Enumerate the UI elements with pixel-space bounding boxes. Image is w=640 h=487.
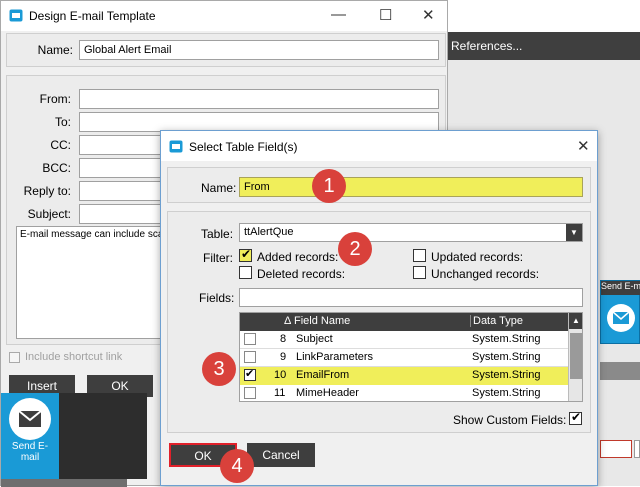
unchanged-records-label: Unchanged records: bbox=[431, 267, 540, 281]
updated-records-label: Updated records: bbox=[431, 250, 524, 264]
reply-to-label: Reply to: bbox=[23, 184, 71, 198]
maximize-icon[interactable]: ☐ bbox=[379, 6, 392, 24]
row-checkbox[interactable] bbox=[244, 333, 256, 345]
template-name-value: Global Alert Email bbox=[84, 44, 172, 56]
dialog-name-label: Name: bbox=[201, 181, 237, 195]
references-link[interactable]: References... bbox=[451, 39, 522, 53]
sort-icon[interactable]: Δ bbox=[284, 315, 291, 327]
field-name-input[interactable]: From bbox=[239, 177, 583, 197]
to-input[interactable] bbox=[79, 112, 439, 132]
from-label: From: bbox=[39, 92, 71, 106]
col-field-name[interactable]: Field Name bbox=[294, 315, 350, 327]
grid-row[interactable]: 8 Subject System.String bbox=[240, 331, 568, 349]
deleted-records-label: Deleted records: bbox=[257, 267, 346, 281]
select-table-fields-dialog: Select Table Field(s) ✕ Name: From Table… bbox=[160, 130, 598, 486]
row-field-name: Subject bbox=[296, 333, 333, 345]
fields-label: Fields: bbox=[199, 291, 235, 305]
row-data-type: System.String bbox=[472, 333, 541, 345]
show-custom-fields-checkbox[interactable]: ✔ bbox=[569, 410, 582, 425]
scroll-up-icon[interactable]: ▲ bbox=[569, 313, 582, 329]
dialog-app-icon bbox=[169, 140, 183, 153]
added-records-checkbox[interactable]: ✔ bbox=[239, 247, 252, 262]
checkmark-icon: ✔ bbox=[241, 247, 252, 261]
from-input[interactable] bbox=[79, 89, 439, 109]
row-checkbox[interactable] bbox=[244, 351, 256, 363]
left-dark-strip bbox=[59, 393, 147, 479]
row-field-name: EmailFrom bbox=[296, 369, 350, 381]
checkmark-icon: ✔ bbox=[571, 410, 582, 424]
send-email-side-tile[interactable]: Send E-m bbox=[600, 280, 640, 344]
bg-red-box bbox=[600, 440, 632, 458]
grid-header: Δ Field Name Data Type bbox=[240, 313, 568, 331]
design-window-title: Design E-mail Template bbox=[29, 9, 156, 23]
send-email-tile-label: Send E- mail bbox=[11, 441, 49, 463]
grid-scrollbar[interactable]: ▲ bbox=[568, 313, 582, 401]
subject-label: Subject: bbox=[27, 207, 71, 221]
table-label: Table: bbox=[201, 227, 234, 241]
updated-records-checkbox[interactable] bbox=[413, 249, 426, 262]
message-body-text: E-mail message can include sca bbox=[20, 229, 164, 240]
callout-badge-2: 2 bbox=[338, 232, 372, 266]
bg-dark-strip bbox=[600, 362, 640, 380]
row-data-type: System.String bbox=[472, 351, 541, 363]
window-app-icon bbox=[9, 9, 23, 22]
fields-grid: Δ Field Name Data Type 8 Subject System.… bbox=[239, 312, 583, 402]
fields-search-input[interactable] bbox=[239, 288, 583, 307]
row-field-name: LinkParameters bbox=[296, 351, 374, 363]
callout-badge-4: 4 bbox=[220, 449, 254, 483]
field-name-value: From bbox=[244, 181, 270, 193]
grid-row-selected[interactable]: ✔ 10 EmailFrom System.String bbox=[240, 367, 568, 385]
cc-label: CC: bbox=[50, 138, 71, 152]
grid-row[interactable]: 11 MimeHeader System.String bbox=[240, 385, 568, 401]
name-label: Name: bbox=[37, 43, 73, 57]
callout-badge-3: 3 bbox=[202, 352, 236, 386]
send-email-side-label: Send E-m bbox=[601, 281, 640, 295]
table-select[interactable]: ttAlertQue ▼ bbox=[239, 223, 583, 242]
dialog-cancel-button[interactable]: Cancel bbox=[247, 443, 315, 467]
include-shortcut-checkbox[interactable] bbox=[9, 352, 20, 363]
row-number: 10 bbox=[274, 369, 287, 381]
row-number: 11 bbox=[274, 387, 286, 399]
table-select-value: ttAlertQue bbox=[244, 226, 294, 238]
row-number: 8 bbox=[280, 333, 287, 345]
checkmark-icon: ✔ bbox=[245, 368, 255, 380]
show-custom-fields-label: Show Custom Fields: bbox=[453, 413, 567, 427]
row-field-name: MimeHeader bbox=[296, 387, 359, 399]
unchanged-records-checkbox[interactable] bbox=[413, 266, 426, 279]
row-checkbox-checked[interactable]: ✔ bbox=[244, 368, 256, 381]
bg-small-box bbox=[634, 440, 640, 458]
close-icon[interactable]: ✕ bbox=[422, 6, 435, 24]
to-label: To: bbox=[54, 115, 71, 129]
template-name-input[interactable]: Global Alert Email bbox=[79, 40, 439, 60]
grid-row[interactable]: 9 LinkParameters System.String bbox=[240, 349, 568, 367]
bg-top-bar bbox=[448, 0, 640, 30]
scroll-thumb[interactable] bbox=[570, 333, 582, 379]
row-number: 9 bbox=[280, 351, 287, 363]
row-data-type: System.String bbox=[472, 387, 541, 399]
deleted-records-checkbox[interactable] bbox=[239, 266, 252, 279]
chevron-down-icon[interactable]: ▼ bbox=[566, 224, 582, 241]
dialog-close-icon[interactable]: ✕ bbox=[577, 137, 590, 155]
bcc-label: BCC: bbox=[42, 161, 71, 175]
callout-badge-1: 1 bbox=[312, 169, 346, 203]
filter-label: Filter: bbox=[203, 251, 233, 265]
added-records-label: Added records: bbox=[257, 250, 339, 264]
envelope-icon bbox=[607, 304, 635, 332]
design-window-titlebar: Design E-mail Template — ☐ ✕ bbox=[1, 1, 447, 31]
minimize-icon[interactable]: — bbox=[331, 6, 346, 23]
send-email-tile[interactable]: Send E- mail bbox=[1, 393, 59, 479]
row-checkbox[interactable] bbox=[244, 387, 256, 399]
row-data-type: System.String bbox=[472, 369, 541, 381]
col-data-type[interactable]: Data Type bbox=[470, 315, 523, 327]
envelope-icon bbox=[9, 398, 51, 440]
dialog-title: Select Table Field(s) bbox=[189, 140, 298, 154]
include-shortcut-label: Include shortcut link bbox=[25, 351, 123, 363]
